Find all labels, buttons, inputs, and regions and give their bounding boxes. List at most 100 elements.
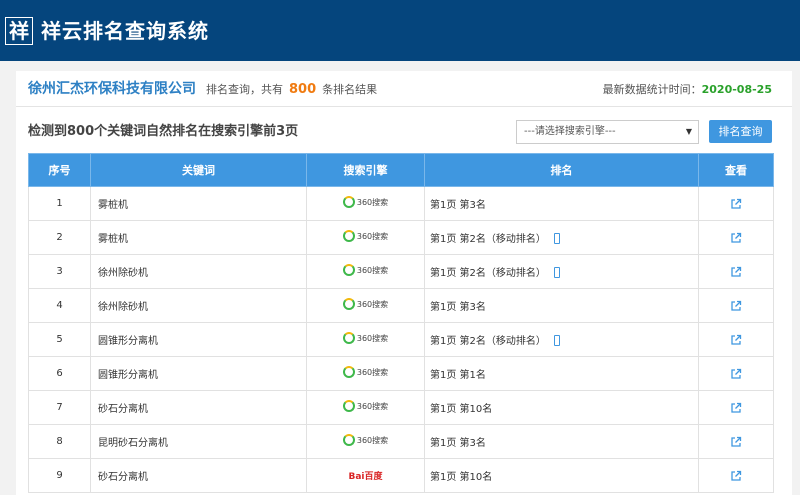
engine-360-logo: 360搜索 [342,434,389,446]
external-link-icon[interactable] [730,266,742,278]
stat-time: 最新数据统计时间：2020-08-25 [603,82,772,98]
row-engine: 360搜索 [306,254,425,289]
row-number: 2 [28,220,91,255]
result-count: 800 [289,82,317,97]
rank-text: 第1页 第2名（移动排名） [430,234,546,245]
col-header-no: 序号 [28,153,91,187]
360-search-icon [342,264,355,276]
count-suffix: 条排名结果 [322,83,378,96]
table-header-row: 序号 关键词 搜索引擎 排名 查看 [28,153,774,187]
360-search-icon [342,298,355,310]
row-engine: 360搜索 [306,186,425,221]
row-view [698,390,774,425]
col-header-engine: 搜索引擎 [306,153,425,187]
company-name[interactable]: 徐州汇杰环保科技有限公司 [28,80,196,98]
col-header-rank: 排名 [424,153,699,187]
result-count-text: 排名查询，共有 800 条排名结果 [206,82,377,98]
row-keyword: 圆锥形分离机 [90,322,307,357]
rank-text: 第1页 第3名 [430,200,486,211]
col-header-view: 查看 [698,153,774,187]
row-engine: Bai百度 [306,458,425,493]
external-link-icon[interactable] [730,232,742,244]
engine-label: 360搜索 [356,401,389,411]
row-number: 8 [28,424,91,459]
row-view [698,254,774,289]
external-link-icon[interactable] [730,470,742,482]
rank-text: 第1页 第10名 [430,404,493,415]
app-logo: 祥 [5,17,33,45]
engine-label: 360搜索 [356,231,389,241]
table-row: 3 徐州除砂机 360搜索 第1页 第2名（移动排名） [28,254,774,289]
row-keyword: 雾桩机 [90,186,307,221]
ranking-table: 序号 关键词 搜索引擎 排名 查看 1 雾桩机 360搜索 第1页 第3名 2 雾桩机 36… [28,153,774,493]
360-search-icon [342,400,355,412]
row-keyword: 砂石分离机 [90,390,307,425]
query-button[interactable]: 排名查询 [709,120,772,143]
table-row: 8 昆明砂石分离机 360搜索 第1页 第3名 [28,424,774,459]
row-rank: 第1页 第3名 [424,186,699,221]
external-link-icon[interactable] [730,368,742,380]
summary-heading: 检测到800个关键词自然排名在搜索引擎前3页 [28,124,299,139]
row-keyword: 徐州除砂机 [90,288,307,323]
row-view [698,186,774,221]
engine-360-logo: 360搜索 [342,264,388,276]
row-number: 5 [28,322,91,357]
info-row: 徐州汇杰环保科技有限公司 排名查询，共有 800 条排名结果 最新数据统计时间：20… [16,71,792,107]
row-rank: 第1页 第10名 [424,458,699,493]
mobile-phone-icon [553,267,560,278]
row-number: 4 [28,288,91,323]
row-number: 1 [28,186,91,221]
row-view [698,288,774,323]
results-panel: 徐州汇杰环保科技有限公司 排名查询，共有 800 条排名结果 最新数据统计时间：20… [16,71,792,495]
chevron-down-icon: ▼ [685,127,692,136]
external-link-icon[interactable] [730,198,742,210]
app-title: 祥云排名查询系统 [41,19,209,43]
row-engine: 360搜索 [306,322,425,357]
rank-text: 第1页 第1名 [430,370,486,381]
row-rank: 第1页 第10名 [424,390,699,425]
row-keyword: 昆明砂石分离机 [90,424,307,459]
external-link-icon[interactable] [730,436,742,448]
row-keyword: 雾桩机 [90,220,307,255]
row-number: 3 [28,254,91,289]
row-view [698,220,774,255]
engine-360-logo: 360搜索 [342,332,389,344]
search-engine-select-value: ---请选择搜索引擎--- [524,126,616,137]
engine-360-logo: 360搜索 [342,298,388,310]
external-link-icon[interactable] [730,402,742,414]
row-rank: 第1页 第2名（移动排名） [424,254,699,289]
row-engine: 360搜索 [306,390,425,425]
rank-text: 第1页 第2名（移动排名） [430,336,546,347]
row-rank: 第1页 第3名 [424,424,699,459]
row-number: 7 [28,390,91,425]
row-view [698,322,774,357]
rank-text: 第1页 第10名 [430,472,493,483]
engine-label: 360搜索 [356,333,389,343]
row-engine: 360搜索 [306,220,425,255]
engine-label: 360搜索 [356,435,389,445]
row-rank: 第1页 第3名 [424,288,699,323]
engine-360-logo: 360搜索 [342,366,389,378]
baidu-logo: Bai百度 [348,469,382,482]
search-engine-select[interactable]: ---请选择搜索引擎--- ▼ [516,120,699,144]
360-search-icon [342,366,355,378]
external-link-icon[interactable] [730,334,742,346]
table-row: 4 徐州除砂机 360搜索 第1页 第3名 [28,288,774,323]
table-row: 7 砂石分离机 360搜索 第1页 第10名 [28,390,774,425]
row-keyword: 徐州除砂机 [90,254,307,289]
engine-label: 360搜索 [356,367,389,377]
top-header-bar: 祥 祥云排名查询系统 [0,0,800,61]
table-row: 5 圆锥形分离机 360搜索 第1页 第2名（移动排名） [28,322,774,357]
external-link-icon[interactable] [730,300,742,312]
360-search-icon [342,196,355,208]
row-view [698,424,774,459]
engine-360-logo: 360搜索 [342,196,388,208]
engine-360-logo: 360搜索 [342,230,389,242]
table-row: 1 雾桩机 360搜索 第1页 第3名 [28,186,774,221]
row-view [698,356,774,391]
row-rank: 第1页 第2名（移动排名） [424,322,699,357]
row-view [698,458,774,493]
360-search-icon [342,332,355,344]
engine-logo-text: Bai百度 [348,472,383,482]
stat-label: 最新数据统计时间： [602,83,702,96]
